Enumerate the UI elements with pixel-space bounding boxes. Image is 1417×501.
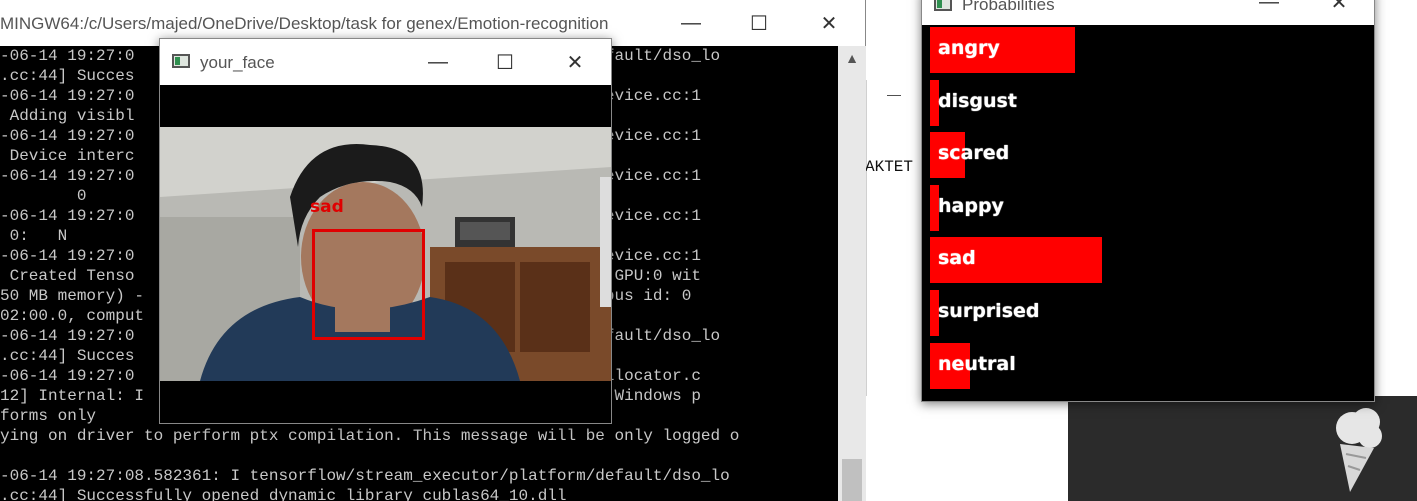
terminal-line: .cc:44] Successfully opened dynamic libr… bbox=[0, 487, 567, 501]
probability-label: angry bbox=[938, 37, 1000, 59]
face-detection-box bbox=[312, 229, 425, 340]
terminal-title: MINGW64:/c/Users/majed/OneDrive/Desktop/… bbox=[0, 14, 609, 33]
minimize-icon[interactable]: — bbox=[887, 86, 901, 102]
maximize-button[interactable]: ☐ bbox=[736, 0, 782, 46]
scroll-up-icon[interactable]: ▲ bbox=[838, 50, 866, 70]
probability-label: neutral bbox=[938, 352, 1016, 375]
probability-label: scared bbox=[938, 142, 1010, 165]
probability-label: surprised bbox=[938, 300, 1040, 322]
background-window-text: AKTET bbox=[865, 158, 914, 176]
camera-frame: sad bbox=[160, 85, 611, 423]
minimize-button[interactable]: — bbox=[415, 39, 461, 85]
ice-cream-icon bbox=[1336, 408, 1382, 492]
minimize-button[interactable]: — bbox=[668, 0, 714, 46]
app-icon bbox=[934, 0, 952, 11]
terminal-line: ying on driver to perform ptx compilatio… bbox=[0, 427, 740, 445]
maximize-button[interactable]: ☐ bbox=[482, 39, 528, 85]
minimize-button[interactable]: — bbox=[1246, 0, 1292, 13]
detection-label: sad bbox=[310, 197, 344, 217]
terminal-scrollbar[interactable]: ▲ bbox=[838, 46, 866, 501]
probability-label: happy bbox=[938, 194, 1004, 217]
desktop-background bbox=[866, 396, 1068, 501]
webcam-image: sad bbox=[160, 127, 611, 381]
probabilities-window[interactable]: Probabilities — ✕ angry disgust scared happ… bbox=[921, 0, 1375, 402]
face-window[interactable]: your_face — ☐ ✕ sad bbox=[159, 38, 612, 424]
close-button[interactable]: ✕ bbox=[806, 0, 852, 46]
probabilities-titlebar[interactable]: Probabilities — ✕ bbox=[922, 0, 1374, 25]
terminal-line: -06-14 19:27:08.582361: I tensorflow/str… bbox=[0, 467, 730, 485]
face-window-title: your_face bbox=[200, 53, 275, 72]
probability-label: disgust bbox=[938, 89, 1017, 112]
scroll-thumb[interactable] bbox=[842, 459, 862, 501]
app-icon bbox=[172, 54, 190, 68]
probabilities-canvas: angry disgust scared happy sad surprised neutr… bbox=[926, 27, 1372, 399]
probability-label: sad bbox=[938, 247, 976, 270]
face-titlebar[interactable]: your_face — ☐ ✕ bbox=[160, 39, 611, 85]
probabilities-title: Probabilities bbox=[962, 0, 1055, 14]
close-button[interactable]: ✕ bbox=[1316, 0, 1362, 14]
close-button[interactable]: ✕ bbox=[552, 39, 598, 85]
background-window[interactable]: — AKTET bbox=[865, 80, 926, 396]
